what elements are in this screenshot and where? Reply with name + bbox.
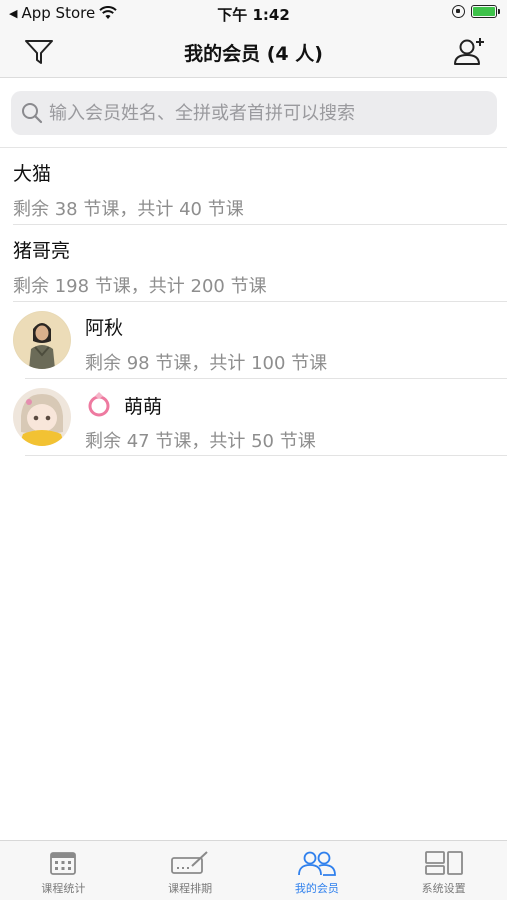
calendar-icon — [50, 852, 77, 875]
member-summary: 剩余 98 节课，共计 100 节课 — [85, 353, 328, 374]
tab-bar: 课程统计 课程排期 我的会员 系统设置 — [0, 840, 507, 900]
nav-bar: 我的会员 (4 人) — [0, 26, 507, 78]
member-name: 阿秋 — [85, 317, 124, 339]
member-name: 猪哥亮 — [13, 240, 71, 262]
status-bar: ◀ App Store 下午 1:42 — [0, 0, 507, 26]
tab-label: 系统设置 — [421, 882, 466, 895]
member-row[interactable]: 萌萌 剩余 47 节课，共计 50 节课 — [0, 379, 507, 456]
tab-my-members[interactable]: 我的会员 — [254, 841, 381, 900]
avatar — [13, 311, 71, 369]
ring-icon — [88, 392, 110, 417]
settings-icon — [424, 851, 463, 875]
tab-label: 我的会员 — [294, 882, 339, 895]
add-user-icon[interactable] — [453, 36, 487, 68]
member-summary: 剩余 47 节课，共计 50 节课 — [85, 431, 316, 452]
status-time: 下午 1:42 — [217, 6, 290, 24]
divider — [25, 455, 507, 456]
member-name: 大猫 — [13, 163, 52, 185]
search-section — [0, 78, 507, 148]
member-summary: 剩余 198 节课，共计 200 节课 — [13, 276, 267, 297]
search-bar[interactable] — [11, 91, 497, 135]
tab-system-settings[interactable]: 系统设置 — [380, 841, 507, 900]
tab-course-schedule[interactable]: 课程排期 — [127, 841, 254, 900]
tab-course-stats[interactable]: 课程统计 — [0, 841, 127, 900]
tab-label: 课程统计 — [41, 882, 86, 895]
member-row[interactable]: 大猫 剩余 38 节课，共计 40 节课 — [0, 148, 507, 225]
member-summary: 剩余 38 节课，共计 40 节课 — [13, 199, 244, 220]
battery-icon — [471, 5, 500, 18]
tab-label: 课程排期 — [168, 882, 213, 895]
member-row[interactable]: 猪哥亮 剩余 198 节课，共计 200 节课 — [0, 225, 507, 302]
members-icon — [297, 851, 336, 876]
avatar — [13, 388, 71, 446]
member-name: 萌萌 — [124, 396, 163, 418]
page-title: 我的会员 (4 人) — [184, 43, 323, 65]
schedule-icon — [171, 851, 208, 874]
member-row[interactable]: 阿秋 剩余 98 节课，共计 100 节课 — [0, 302, 507, 379]
orientation-lock-icon — [452, 5, 465, 18]
search-icon — [22, 103, 43, 124]
search-input[interactable] — [49, 102, 489, 124]
